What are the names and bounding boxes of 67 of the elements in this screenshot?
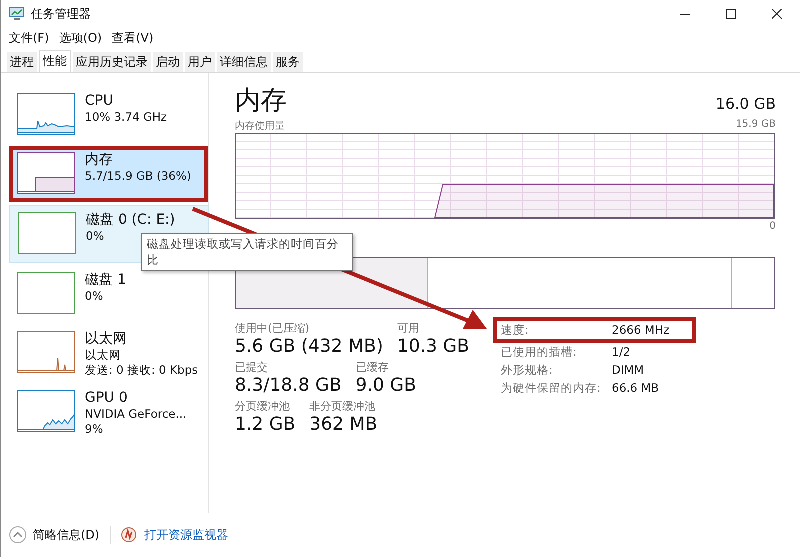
item-name: 磁盘 1 (85, 272, 126, 289)
resource-monitor-link[interactable]: 打开资源监视器 (144, 526, 229, 544)
tooltip: 磁盘处理读取或写入请求的时间百分比 (141, 233, 353, 271)
sidebar-item[interactable]: CPU 10% 3.74 GHz (9, 87, 208, 143)
capacity-value: 16.0 GB (716, 95, 776, 113)
chevron-up-icon (9, 526, 27, 544)
close-icon (772, 9, 782, 19)
usage-graph (17, 390, 75, 432)
stat-label: 已提交 (235, 360, 269, 375)
item-name: 内存 (85, 152, 114, 169)
usage-graph (17, 93, 75, 135)
item-detail: 9% (85, 422, 104, 437)
spec-label: 已使用的插槽: (501, 344, 578, 360)
tab[interactable]: 详细信息 (217, 52, 271, 72)
item-name: 磁盘 0 (C: E:) (86, 212, 176, 229)
item-detail: 以太网 (85, 348, 122, 363)
item-detail: NVIDIA GeForce... (85, 407, 187, 422)
item-detail: 10% 3.74 GHz (85, 110, 168, 125)
stat-value: 9.0 GB (356, 375, 416, 396)
spec-label: 为硬件保留的内存: (501, 380, 602, 396)
tab[interactable]: 进程 (7, 52, 37, 72)
usage-graph (17, 331, 75, 373)
sidebar-item[interactable]: GPU 0 NVIDIA GeForce... 9% (9, 384, 208, 440)
usage-graph (17, 272, 75, 314)
spec-value: DIMM (612, 363, 644, 377)
monitor-icon (9, 7, 25, 21)
tab[interactable]: 性能 (39, 50, 71, 72)
spec-label: 外形规格: (501, 362, 554, 378)
usage-graph (17, 152, 75, 194)
menu-item[interactable]: 选项(O) (59, 30, 102, 46)
chart-label: 内存使用量 (235, 120, 285, 133)
tab[interactable]: 启动 (153, 52, 183, 72)
stat-label: 可用 (397, 321, 420, 336)
menu-item[interactable]: 查看(V) (112, 30, 154, 46)
stat-label: 已缓存 (356, 360, 390, 375)
tab[interactable]: 服务 (273, 52, 303, 72)
tab[interactable]: 应用历史记录 (73, 52, 151, 72)
spec-value: 1/2 (612, 345, 631, 359)
stat-value: 362 MB (310, 414, 378, 435)
gauge-icon (120, 527, 137, 543)
axis-max-label: 15.9 GB (736, 119, 776, 132)
sidebar-item[interactable]: 以太网 以太网 发送: 0 接收: 0 Kbps (9, 325, 208, 381)
menu-item[interactable]: 文件(F) (9, 30, 50, 46)
tab[interactable]: 用户 (185, 52, 215, 72)
sidebar-item[interactable]: 内存 5.7/15.9 GB (36%) (9, 146, 208, 202)
spec-value: 66.6 MB (612, 381, 660, 395)
window-title: 任务管理器 (31, 6, 91, 22)
stat-value: 5.6 GB (432 MB) (235, 336, 384, 357)
fewer-details-button[interactable]: 简略信息(D) (9, 526, 100, 544)
axis-min-label: 0 (770, 221, 776, 234)
spec-label: 速度: (501, 322, 530, 338)
item-name: GPU 0 (85, 390, 129, 407)
stat-value: 1.2 GB (235, 414, 296, 435)
item-name: 以太网 (85, 331, 128, 348)
spec-value: 2666 MHz (612, 323, 670, 337)
item-detail: 发送: 0 接收: 0 Kbps (85, 363, 198, 378)
stat-label: 分页缓冲池 (235, 399, 291, 414)
item-name: CPU (85, 93, 114, 110)
stat-label: 使用中(已压缩) (235, 321, 311, 336)
stat-value: 8.3/18.8 GB (235, 375, 342, 396)
page-heading: 内存 (235, 85, 287, 118)
item-detail: 5.7/15.9 GB (36%) (85, 169, 192, 184)
maximize-icon (726, 9, 736, 19)
item-detail: 0% (85, 289, 104, 304)
usage-graph (18, 212, 76, 254)
stat-label: 非分页缓冲池 (310, 399, 377, 414)
stat-value: 10.3 GB (397, 336, 470, 357)
